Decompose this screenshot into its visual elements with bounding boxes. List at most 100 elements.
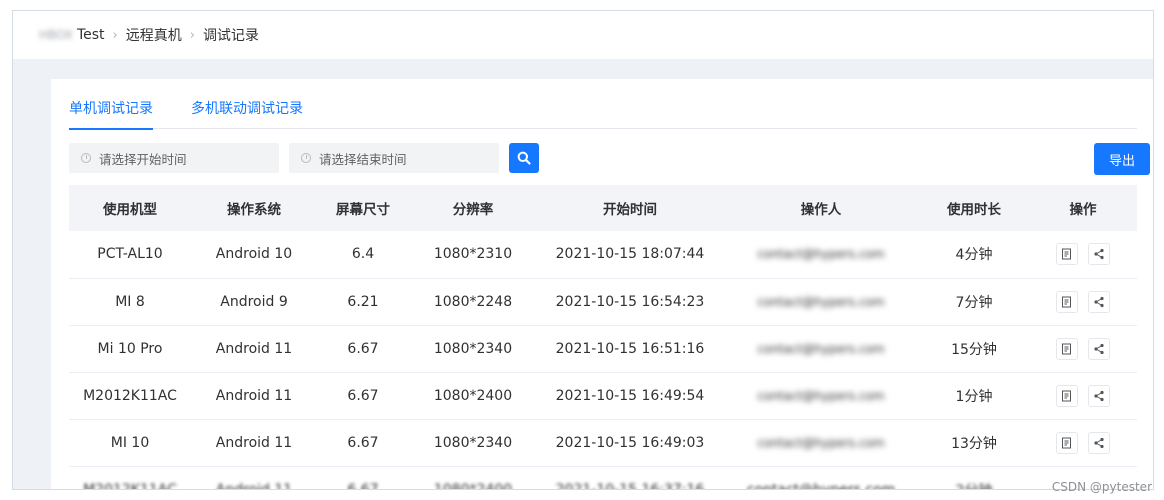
table-row: MI 10 Android 11 6.67 1080*2340 2021-10-… <box>69 419 1137 467</box>
share-button[interactable] <box>1088 384 1110 407</box>
share-icon <box>1094 249 1104 260</box>
cell-model: MI 10 <box>69 419 191 467</box>
cell-actions <box>1029 372 1137 420</box>
tab-single-device[interactable]: 单机调试记录 <box>69 101 153 130</box>
watermark: CSDN @pytester <box>1051 480 1152 494</box>
cell-duration: 13分钟 <box>919 419 1029 467</box>
table-header-row: 使用机型 操作系统 屏幕尺寸 分辨率 开始时间 操作人 使用时长 操作 <box>69 185 1137 231</box>
view-detail-button[interactable] <box>1056 290 1078 313</box>
cell-screen-size: 6.21 <box>317 278 409 326</box>
breadcrumb-remote-device[interactable]: 远程真机 <box>126 25 182 45</box>
share-button[interactable] <box>1088 243 1110 266</box>
cell-operator: contact@hypers.com <box>723 278 919 326</box>
clock-icon <box>301 153 311 163</box>
view-detail-button[interactable] <box>1056 337 1078 360</box>
cell-actions <box>1029 325 1137 373</box>
record-tabs: 单机调试记录 多机联动调试记录 <box>69 101 1137 130</box>
cell-duration: 1分钟 <box>919 372 1029 420</box>
cell-model: M2012K11AC <box>69 466 191 489</box>
cell-screen-size: 6.4 <box>317 231 409 279</box>
clock-icon <box>81 153 91 163</box>
end-time-placeholder: 请选择结束时间 <box>319 151 407 167</box>
cell-resolution: 1080*2310 <box>409 231 537 279</box>
cell-operator: contact@hypers.com <box>723 419 919 467</box>
cell-start-time: 2021-10-15 16:54:23 <box>537 278 723 326</box>
cell-start-time: 2021-10-15 16:49:54 <box>537 372 723 420</box>
chevron-right-icon: › <box>112 27 118 43</box>
cell-model: Mi 10 Pro <box>69 325 191 373</box>
cell-actions <box>1029 278 1137 326</box>
cell-model: M2012K11AC <box>69 372 191 420</box>
tab-multi-device[interactable]: 多机联动调试记录 <box>191 101 303 129</box>
app-frame: HBOX Test › 远程真机 › 调试记录 单机调试记录 多机联动调试记录 … <box>12 10 1154 490</box>
cell-os: Android 11 <box>191 419 317 467</box>
cell-resolution: 1080*2248 <box>409 278 537 326</box>
share-button[interactable] <box>1088 337 1110 360</box>
header-screen-size: 屏幕尺寸 <box>317 185 409 231</box>
chevron-right-icon: › <box>189 27 195 43</box>
table-row: Mi 10 Pro Android 11 6.67 1080*2340 2021… <box>69 325 1137 373</box>
table-row-partial: M2012K11AC Android 11 6.67 1080*2400 202… <box>69 466 1137 489</box>
export-button[interactable]: 导出 <box>1094 143 1150 175</box>
cell-screen-size: 6.67 <box>317 325 409 373</box>
breadcrumb-project[interactable]: Test <box>77 27 105 43</box>
view-detail-button[interactable] <box>1056 384 1078 407</box>
cell-duration: 4分钟 <box>919 231 1029 279</box>
cell-operator: contact@hypers.com <box>723 372 919 420</box>
table-row: M2012K11AC Android 11 6.67 1080*2400 202… <box>69 372 1137 420</box>
cell-os: Android 11 <box>191 372 317 420</box>
breadcrumb-debug-records: 调试记录 <box>202 28 259 44</box>
cell-screen-size: 6.67 <box>317 419 409 467</box>
header-model: 使用机型 <box>69 185 191 231</box>
cell-screen-size: 6.67 <box>317 466 409 489</box>
record-detail-icon <box>1062 390 1071 401</box>
records-panel: 单机调试记录 多机联动调试记录 请选择开始时间 请选择结束时间 导出 使用机型 … <box>51 79 1153 489</box>
cell-model: MI 8 <box>69 278 191 326</box>
records-table: 使用机型 操作系统 屏幕尺寸 分辨率 开始时间 操作人 使用时长 操作 PCT-… <box>69 185 1137 489</box>
search-button[interactable] <box>509 143 539 173</box>
share-icon <box>1094 296 1104 307</box>
header-duration: 使用时长 <box>919 185 1029 231</box>
header-start-time: 开始时间 <box>537 185 723 231</box>
end-time-input[interactable]: 请选择结束时间 <box>289 143 499 173</box>
share-icon <box>1094 390 1104 401</box>
table-row: MI 8 Android 9 6.21 1080*2248 2021-10-15… <box>69 278 1137 326</box>
cell-resolution: 1080*2400 <box>409 466 537 489</box>
breadcrumb: HBOX Test › 远程真机 › 调试记录 <box>13 11 1153 59</box>
share-icon <box>1094 343 1104 354</box>
cell-os: Android 10 <box>191 231 317 279</box>
header-actions: 操作 <box>1029 185 1137 231</box>
view-detail-button[interactable] <box>1056 243 1078 266</box>
cell-operator: contact@hypers.com <box>723 466 919 489</box>
cell-duration: 7分钟 <box>919 278 1029 326</box>
cell-resolution: 1080*2400 <box>409 372 537 420</box>
cell-start-time: 2021-10-15 18:07:44 <box>537 231 723 279</box>
view-detail-button[interactable] <box>1056 431 1078 454</box>
cell-os: Android 11 <box>191 325 317 373</box>
cell-screen-size: 6.67 <box>317 372 409 420</box>
cell-duration: 2分钟 <box>919 466 1029 489</box>
header-operator: 操作人 <box>723 185 919 231</box>
start-time-placeholder: 请选择开始时间 <box>99 151 187 167</box>
cell-operator: contact@hypers.com <box>723 325 919 373</box>
record-detail-icon <box>1062 296 1071 307</box>
record-detail-icon <box>1062 343 1071 354</box>
record-detail-icon <box>1062 248 1071 260</box>
share-button[interactable] <box>1088 290 1110 313</box>
breadcrumb-project-prefix: HBOX <box>39 28 73 42</box>
search-icon <box>517 151 531 165</box>
cell-start-time: 2021-10-15 16:37:16 <box>537 466 723 489</box>
header-os: 操作系统 <box>191 185 317 231</box>
cell-os: Android 11 <box>191 466 317 489</box>
cell-os: Android 9 <box>191 278 317 326</box>
cell-resolution: 1080*2340 <box>409 419 537 467</box>
cell-actions <box>1029 419 1137 467</box>
cell-model: PCT-AL10 <box>69 231 191 279</box>
cell-actions <box>1029 231 1137 279</box>
cell-start-time: 2021-10-15 16:51:16 <box>537 325 723 373</box>
start-time-input[interactable]: 请选择开始时间 <box>69 143 279 173</box>
share-button[interactable] <box>1088 431 1110 454</box>
table-row: PCT-AL10 Android 10 6.4 1080*2310 2021-1… <box>69 231 1137 279</box>
cell-resolution: 1080*2340 <box>409 325 537 373</box>
record-detail-icon <box>1062 437 1071 448</box>
